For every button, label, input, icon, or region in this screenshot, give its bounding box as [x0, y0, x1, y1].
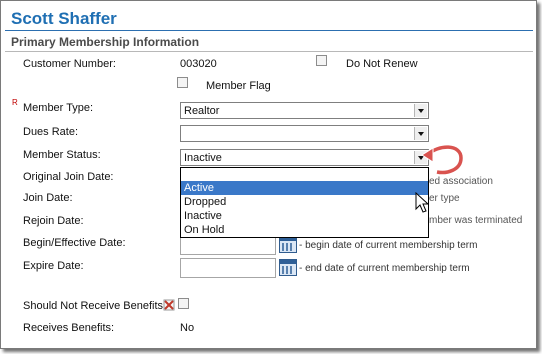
membership-panel: Scott Shaffer Primary Membership Informa… — [0, 0, 537, 349]
dues-rate-select[interactable] — [180, 125, 429, 142]
expire-date-label: Expire Date: — [23, 260, 84, 272]
original-join-date-label: Original Join Date: — [23, 171, 114, 183]
calendar-icon[interactable] — [279, 236, 297, 253]
member-flag-label: Member Flag — [206, 80, 271, 92]
rejoin-date-hint: mber was terminated — [429, 215, 523, 226]
chevron-down-icon[interactable] — [414, 127, 427, 140]
dues-rate-label: Dues Rate: — [23, 126, 79, 138]
customer-number-value: 003020 — [180, 58, 217, 70]
section-title: Primary Membership Information — [11, 35, 200, 49]
join-date-hint: er type — [429, 193, 460, 204]
member-type-value: Realtor — [184, 105, 220, 117]
dropdown-option-active[interactable]: Active — [181, 181, 428, 195]
no-benefits-icon — [163, 299, 175, 314]
expire-date-hint: - end date of current membership term — [299, 263, 470, 274]
member-status-label: Member Status: — [23, 149, 101, 161]
member-type-select[interactable]: Realtor — [180, 102, 429, 119]
receives-benefits-value: No — [180, 322, 195, 334]
expire-date-input[interactable] — [180, 258, 276, 278]
required-marker: R — [12, 98, 18, 107]
member-status-dropdown: Active Dropped Inactive On Hold — [180, 167, 429, 238]
curved-arrow-icon — [421, 140, 467, 183]
do-not-renew-checkbox[interactable] — [316, 55, 327, 66]
customer-number-label: Customer Number: — [23, 58, 116, 70]
begin-date-label: Begin/Effective Date: — [23, 237, 126, 249]
title-divider — [5, 30, 533, 31]
member-type-label: Member Type: — [23, 102, 94, 114]
member-flag-checkbox[interactable] — [177, 77, 188, 88]
calendar-icon[interactable] — [279, 259, 297, 276]
mouse-cursor-icon — [415, 191, 430, 217]
rejoin-date-label: Rejoin Date: — [23, 215, 84, 227]
receives-benefits-label: Receives Benefits: — [23, 322, 115, 334]
page-title: Scott Shaffer — [11, 9, 117, 28]
dropdown-option-dropped[interactable]: Dropped — [181, 195, 428, 209]
should-not-receive-checkbox[interactable] — [178, 298, 189, 309]
dropdown-option-empty[interactable] — [181, 168, 428, 182]
should-not-receive-label: Should Not Receive Benefits: — [23, 300, 167, 312]
member-status-select[interactable]: Inactive — [180, 149, 429, 166]
dropdown-option-on-hold[interactable]: On Hold — [181, 223, 428, 237]
member-status-value: Inactive — [184, 152, 222, 164]
begin-date-hint: - begin date of current membership term — [299, 240, 478, 251]
begin-date-input[interactable] — [180, 235, 276, 255]
do-not-renew-label: Do Not Renew — [346, 58, 418, 70]
section-divider — [5, 51, 533, 52]
chevron-down-icon[interactable] — [414, 104, 427, 117]
join-date-label: Join Date: — [23, 192, 73, 204]
dropdown-option-inactive[interactable]: Inactive — [181, 209, 428, 223]
